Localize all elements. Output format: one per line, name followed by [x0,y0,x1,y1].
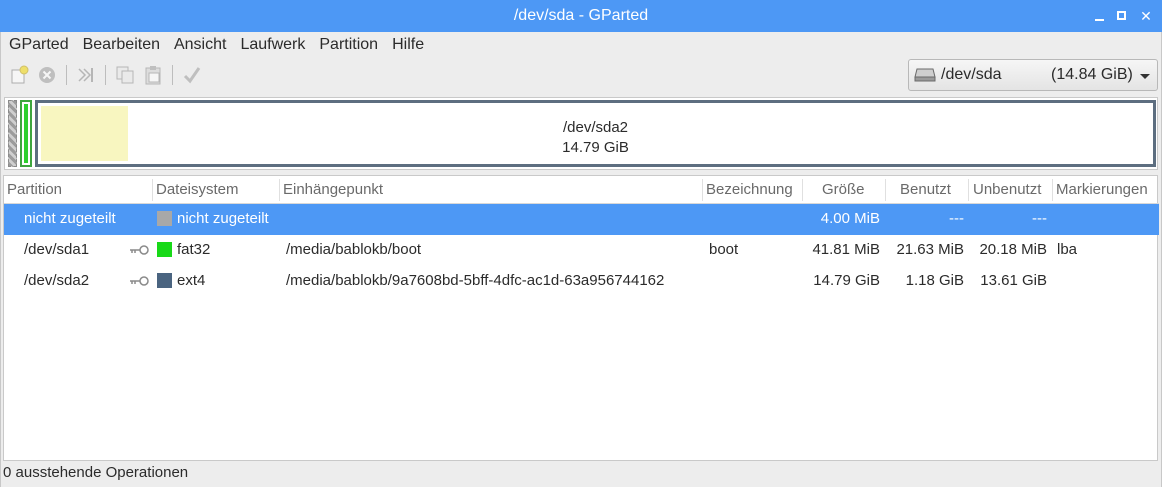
column-separator [702,179,703,201]
toolbar-separator [172,65,173,85]
cell-filesystem: nicht zugeteilt [177,210,269,227]
cell-mountpoint: /media/bablokb/boot [286,241,422,258]
device-size: (14.84 GiB) [1051,66,1133,83]
close-button[interactable]: ✕ [1136,6,1156,26]
close-icon: ✕ [1140,8,1152,24]
chevron-down-icon [1140,74,1150,79]
cell-partition: /dev/sda2 [24,272,90,289]
cell-unused: --- [1032,210,1047,227]
menu-laufwerk[interactable]: Laufwerk [233,33,312,57]
device-selector[interactable]: /dev/sda (14.84 GiB) [908,59,1158,91]
hard-disk-icon [914,68,936,82]
maximize-icon [1117,11,1126,20]
paste-button[interactable] [142,64,164,86]
cell-used: 21.63 MiB [896,241,964,258]
new-partition-button[interactable] [8,64,30,86]
cell-size: 4.00 MiB [820,210,880,227]
column-separator [968,179,969,201]
partition-table: Partition Dateisystem Einhängepunkt Beze… [3,175,1159,461]
filesystem-color-swatch [157,211,172,226]
table-row[interactable]: nicht zugeteilt nicht zugeteilt 4.00 MiB… [4,204,1159,235]
table-row[interactable]: /dev/sda1 fat32 /media/bablokb/boot boot… [4,235,1159,266]
minimize-icon [1095,19,1104,21]
key-icon [130,245,149,255]
cell-used: --- [949,210,964,227]
menu-ansicht[interactable]: Ansicht [167,33,233,57]
minimize-button[interactable] [1090,6,1110,26]
column-einhaengepunkt[interactable]: Einhängepunkt [283,181,383,198]
status-bar: 0 ausstehende Operationen [3,464,189,481]
disk-map-sda2-size: 14.79 GiB [562,139,629,156]
delete-icon [39,67,55,83]
resize-move-icon [78,68,93,82]
menu-bar: GParted Bearbeiten Ansicht Laufwerk Part… [2,33,431,57]
column-markierungen[interactable]: Markierungen [1056,181,1148,198]
title-bar: /dev/sda - GParted ✕ [0,0,1162,32]
cell-used: 1.18 GiB [905,272,964,289]
table-row[interactable]: /dev/sda2 ext4 /media/bablokb/9a7608bd-5… [4,266,1159,297]
toolbar-separator [66,65,67,85]
filesystem-color-swatch [157,273,172,288]
cell-label: boot [709,241,739,258]
cell-mountpoint: /media/bablokb/9a7608bd-5bff-4dfc-ac1d-6… [286,272,665,289]
table-header: Partition Dateisystem Einhängepunkt Beze… [4,176,1159,204]
disk-map-sda1-used [24,104,28,163]
column-separator [885,179,886,201]
column-separator [1052,179,1053,201]
cell-partition: nicht zugeteilt [24,210,116,227]
cell-flags: lba [1057,241,1078,258]
cell-unused: 20.18 MiB [979,241,1047,258]
column-separator [802,179,803,201]
paste-icon [145,66,161,85]
toolbar [8,62,209,88]
disk-map-sda2[interactable]: /dev/sda2 14.79 GiB [35,100,1156,167]
device-name: /dev/sda [941,66,1002,83]
cell-size: 14.79 GiB [813,272,880,289]
disk-map-unallocated[interactable] [8,100,17,167]
cell-filesystem: ext4 [177,272,206,289]
column-groesse[interactable]: Größe [822,181,865,198]
cell-partition: /dev/sda1 [24,241,90,258]
cell-filesystem: fat32 [177,241,211,258]
cell-size: 41.81 MiB [812,241,880,258]
menu-gparted[interactable]: GParted [2,33,76,57]
column-separator [279,179,280,201]
menu-hilfe[interactable]: Hilfe [385,33,431,57]
copy-icon [116,66,134,84]
column-dateisystem[interactable]: Dateisystem [156,181,239,198]
column-partition[interactable]: Partition [7,181,62,198]
column-bezeichnung[interactable]: Bezeichnung [706,181,793,198]
apply-icon [183,67,201,84]
column-unbenutzt[interactable]: Unbenutzt [973,181,1041,198]
new-partition-icon [11,65,29,84]
filesystem-color-swatch [157,242,172,257]
apply-button[interactable] [181,64,203,86]
disk-map: /dev/sda2 14.79 GiB [4,97,1158,170]
delete-button[interactable] [36,64,58,86]
window-title: /dev/sda - GParted [513,7,649,24]
copy-button[interactable] [114,64,136,86]
menu-partition[interactable]: Partition [312,33,385,57]
disk-map-sda1[interactable] [20,100,32,167]
cell-unused: 13.61 GiB [980,272,1047,289]
maximize-button[interactable] [1112,6,1132,26]
disk-map-sda2-label: /dev/sda2 [562,119,629,136]
toolbar-separator [105,65,106,85]
resize-move-button[interactable] [75,64,97,86]
key-icon [130,276,149,286]
column-separator [152,179,153,201]
menu-bearbeiten[interactable]: Bearbeiten [76,33,167,57]
column-benutzt[interactable]: Benutzt [900,181,951,198]
